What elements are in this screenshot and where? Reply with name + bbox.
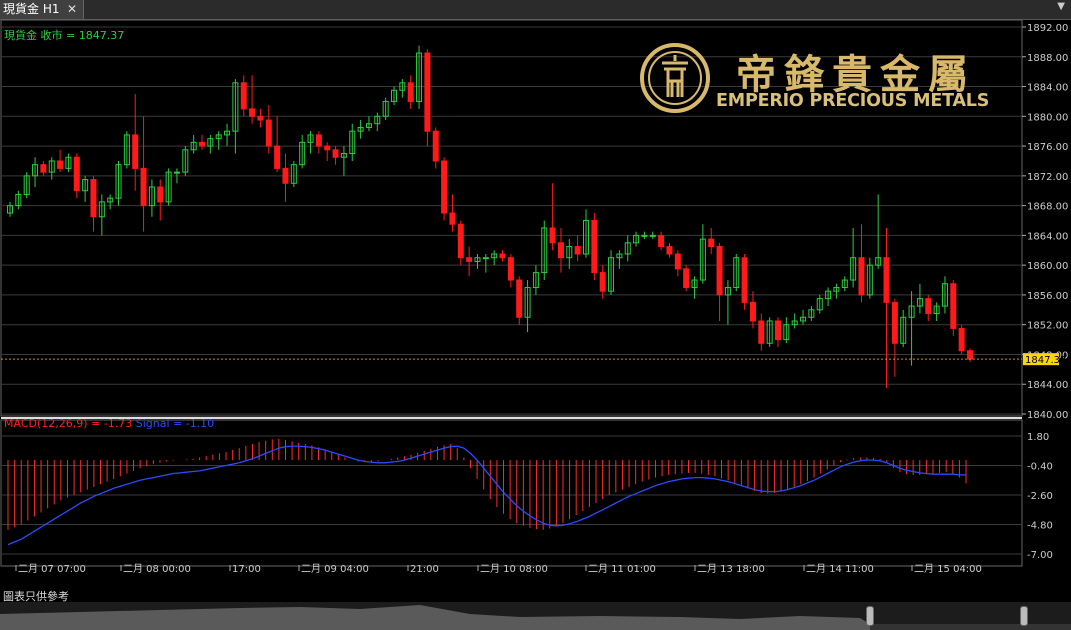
x-tick-label: 二月 14 11:00: [806, 563, 874, 575]
candle-body: [407, 82, 414, 102]
candle-body: [173, 171, 180, 174]
macd-panel-border: [0, 419, 1023, 567]
candle-body: [574, 246, 581, 255]
y-tick-label: 1876.00: [1027, 142, 1068, 153]
y-tick-label: 1856.00: [1027, 291, 1068, 302]
candle-body: [967, 350, 973, 360]
y-tick-label: 1844.00: [1027, 380, 1068, 391]
candle-body: [457, 223, 464, 259]
candle-body: [482, 257, 489, 260]
candle-body: [516, 279, 523, 318]
candle-body: [708, 238, 715, 248]
candle-body: [249, 108, 256, 117]
macd-y-tick-label: -7.00: [1027, 550, 1053, 561]
logo-english-name: EMPERIO PRECIOUS METALS: [716, 91, 990, 111]
candle-body: [950, 283, 957, 329]
candle-body: [683, 268, 690, 288]
main-chart-label: 現貨金 收市 = 1847.37: [4, 28, 124, 42]
candle-body: [716, 246, 723, 296]
y-tick-label: 1884.00: [1027, 83, 1068, 94]
signal-value-label: Signal = -1.10: [136, 417, 214, 430]
company-logo: 帝鋒貴金屬 EMPERIO PRECIOUS METALS: [640, 41, 1010, 115]
macd-value-label: MACD(12,26,9) = -1.73: [4, 417, 132, 430]
candle-body: [140, 167, 147, 207]
window-titlebar: 現貨金 H1 ✕ ▼: [0, 0, 1071, 20]
candle-body: [332, 149, 339, 158]
candle-body: [925, 298, 932, 315]
candle-body: [666, 246, 673, 255]
candle-body: [73, 156, 80, 192]
candle-body: [199, 141, 205, 147]
candle-body: [883, 257, 890, 303]
chart-navigator[interactable]: [0, 602, 1071, 630]
x-tick-label: 二月 13 18:00: [697, 563, 765, 575]
candle-body: [674, 253, 681, 270]
navigator-preview: [0, 605, 1071, 630]
y-tick-label: 1888.00: [1027, 53, 1068, 64]
candle-body: [891, 301, 898, 344]
candle-body: [741, 257, 748, 303]
candle-body: [858, 257, 865, 296]
candle-body: [441, 160, 448, 214]
x-tick-label: 二月 10 08:00: [480, 563, 548, 575]
candle-body: [157, 186, 164, 203]
emblem-icon: [640, 43, 710, 113]
candle-body: [466, 257, 473, 262]
candle-body: [557, 242, 564, 259]
y-tick-label: 1860.00: [1027, 261, 1068, 272]
candle-body: [324, 145, 331, 151]
candle-body: [599, 272, 606, 292]
candle-body: [240, 82, 247, 110]
candle-body: [257, 115, 264, 121]
candle-body: [282, 167, 289, 184]
last-price-label: 1847.37: [1025, 355, 1066, 366]
candle-body: [549, 227, 556, 244]
y-tick-label: 1892.00: [1027, 23, 1068, 34]
candle-body: [449, 212, 456, 225]
tab-title: 現貨金 H1: [3, 2, 60, 16]
candle-body: [649, 234, 656, 237]
candle-body: [775, 320, 781, 341]
close-icon[interactable]: ✕: [67, 0, 77, 19]
candle-body: [641, 234, 648, 237]
navigator-right-handle[interactable]: [1020, 606, 1028, 626]
candle-body: [758, 320, 765, 344]
candle-body: [90, 179, 97, 218]
navigator-left-handle[interactable]: [866, 606, 874, 626]
candle-body: [40, 164, 47, 173]
macd-y-tick-label: -4.80: [1027, 521, 1053, 532]
x-tick-label: 二月 11 01:00: [588, 563, 656, 575]
candle-body: [265, 119, 272, 147]
macd-y-tick-label: -2.60: [1027, 491, 1053, 502]
x-tick-label: 二月 07 07:00: [18, 563, 86, 575]
candle-body: [591, 220, 598, 274]
candle-body: [749, 301, 756, 322]
y-tick-label: 1852.00: [1027, 321, 1068, 332]
macd-y-tick-label: -0.40: [1027, 462, 1053, 473]
chevron-down-icon[interactable]: ▼: [1057, 1, 1065, 12]
candle-body: [57, 160, 64, 169]
x-tick-label: 17:00: [232, 564, 261, 575]
candle-body: [432, 130, 439, 162]
x-tick-label: 二月 09 04:00: [301, 563, 369, 575]
x-tick-label: 21:00: [410, 564, 439, 575]
y-tick-label: 1840.00: [1027, 410, 1068, 421]
y-tick-label: 1864.00: [1027, 231, 1068, 242]
macd-label: MACD(12,26,9) = -1.73 Signal = -1.10: [4, 417, 214, 430]
candle-body: [315, 134, 322, 147]
y-tick-label: 1868.00: [1027, 202, 1068, 213]
candle-body: [958, 327, 965, 352]
candle-body: [507, 257, 514, 281]
y-tick-label: 1880.00: [1027, 112, 1068, 123]
candle-body: [424, 52, 431, 132]
x-tick-label: 二月 08 00:00: [123, 563, 191, 575]
candle-body: [132, 134, 139, 169]
candle-body: [499, 253, 506, 259]
y-tick-label: 1872.00: [1027, 172, 1068, 183]
tab-chart[interactable]: 現貨金 H1 ✕: [0, 0, 84, 19]
macd-y-tick-label: 1.80: [1027, 432, 1049, 443]
candle-body: [274, 145, 281, 169]
candle-body: [658, 234, 665, 248]
x-tick-label: 二月 15 04:00: [914, 563, 982, 575]
